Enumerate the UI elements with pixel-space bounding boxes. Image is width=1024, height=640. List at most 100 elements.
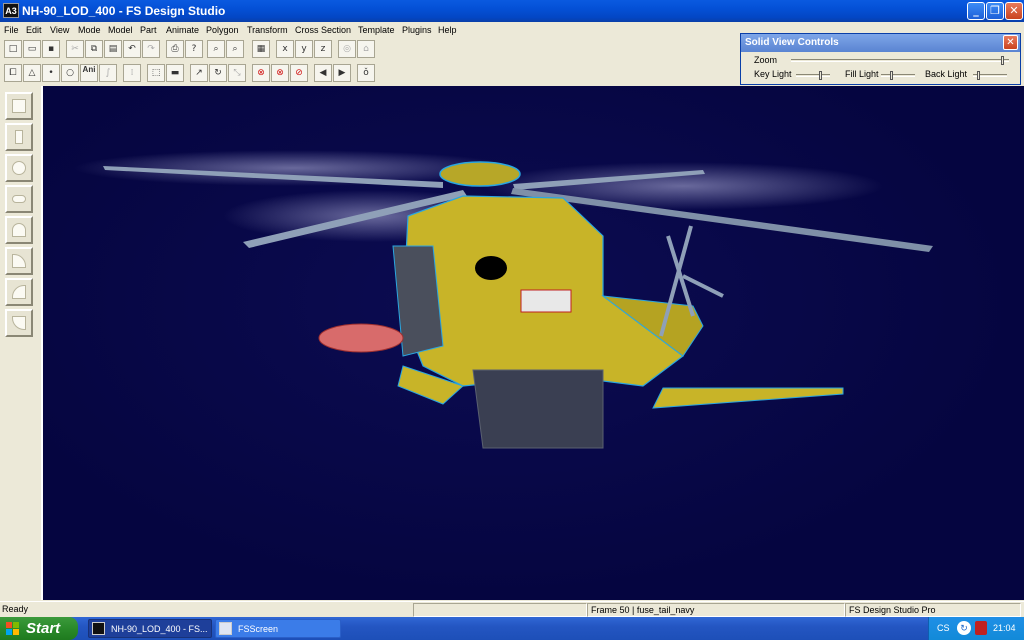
menu-part[interactable]: Part xyxy=(140,23,157,37)
clock: 21:04 xyxy=(993,623,1016,633)
menu-transform[interactable]: Transform xyxy=(247,23,288,37)
y-axis-icon[interactable]: y xyxy=(295,40,313,58)
menu-animate[interactable]: Animate xyxy=(166,23,199,37)
back-light-thumb[interactable] xyxy=(977,71,980,80)
window-title: NH-90_LOD_400 - FS Design Studio xyxy=(22,4,226,18)
zoom-out-icon[interactable]: ⌕ xyxy=(226,40,244,58)
helicopter-model[interactable] xyxy=(43,86,1024,600)
close-icon[interactable]: ✕ xyxy=(1003,35,1018,50)
arc-tool-icon[interactable] xyxy=(5,309,33,337)
help-icon[interactable]: ? xyxy=(185,40,203,58)
menu-mode[interactable]: Mode xyxy=(78,23,101,37)
status-bar: Ready Frame 50 | fuse_tail_navy FS Desig… xyxy=(0,601,1024,617)
paste-icon[interactable]: ▤ xyxy=(104,40,122,58)
solid-view-controls-title[interactable]: Solid View Controls xyxy=(741,34,1020,52)
taskbar-item-fsds[interactable]: NH-90_LOD_400 - FS... xyxy=(88,619,212,638)
marquee-icon[interactable]: ⬚ xyxy=(147,64,165,82)
maximize-button[interactable]: ❐ xyxy=(986,2,1004,20)
app-window: A3 NH-90_LOD_400 - FS Design Studio _ ❐ … xyxy=(0,0,1024,640)
next-frame-icon[interactable]: ▶ xyxy=(333,64,351,82)
prev-frame-icon[interactable]: ◀ xyxy=(314,64,332,82)
menu-polygon[interactable]: Polygon xyxy=(206,23,239,37)
delete-icon[interactable]: ⊗ xyxy=(252,64,270,82)
minimize-button[interactable]: _ xyxy=(967,2,985,20)
status-frame: Frame 50 | fuse_tail_navy xyxy=(587,603,845,617)
print-icon[interactable]: ⎙ xyxy=(166,40,184,58)
menu-view[interactable]: View xyxy=(50,23,69,37)
solid-view-viewport[interactable] xyxy=(41,86,1024,600)
curve-icon[interactable]: ∫ xyxy=(99,64,117,82)
zoom-slider-thumb[interactable] xyxy=(1001,56,1004,65)
wedge-tool-icon[interactable] xyxy=(5,247,33,275)
tail-rotor-blade-3 xyxy=(682,274,724,298)
key-light-thumb[interactable] xyxy=(819,71,822,80)
move-icon[interactable]: ↗ xyxy=(190,64,208,82)
network-icon[interactable]: ↻ xyxy=(957,621,971,635)
text-icon[interactable]: ⁞ xyxy=(123,64,141,82)
shield-icon[interactable] xyxy=(975,621,987,635)
toolbar-edit: ⧠ △ • ○ Ani ∫ ⁞ ⬚ ▬ ↗ ↻ ⤡ ⊗ ⊗ ⊘ ◀ ▶ ǒ xyxy=(2,62,382,84)
column-tool-icon[interactable] xyxy=(5,123,33,151)
menu-template[interactable]: Template xyxy=(358,23,395,37)
tool-palette xyxy=(0,86,40,600)
start-button[interactable]: Start xyxy=(0,617,78,640)
cut-icon[interactable]: ✂ xyxy=(66,40,84,58)
undo-icon[interactable]: ↶ xyxy=(123,40,141,58)
select-icon[interactable]: ⧠ xyxy=(4,64,22,82)
menu-cross-section[interactable]: Cross Section xyxy=(295,23,351,37)
fsscreen-task-icon xyxy=(219,622,232,635)
window xyxy=(475,256,507,280)
view-icon[interactable]: ◎ xyxy=(338,40,356,58)
new-icon[interactable]: □ xyxy=(4,40,22,58)
title-bar[interactable]: A3 NH-90_LOD_400 - FS Design Studio _ ❐ … xyxy=(0,0,1024,22)
taskbar: Start NH-90_LOD_400 - FS... FSScreen CS … xyxy=(0,617,1024,640)
back-light-label: Back Light xyxy=(925,69,968,79)
grid-icon[interactable]: ▦ xyxy=(252,40,270,58)
ruler-icon[interactable]: ▬ xyxy=(166,64,184,82)
x-axis-icon[interactable]: x xyxy=(276,40,294,58)
rotate-icon[interactable]: ↻ xyxy=(209,64,227,82)
save-icon[interactable]: ▪ xyxy=(42,40,60,58)
copy-icon[interactable]: ⧉ xyxy=(85,40,103,58)
solid-view-controls: Solid View Controls ✕ Zoom Key Light Fil… xyxy=(740,33,1021,85)
start-label: Start xyxy=(26,620,61,637)
circle-icon[interactable]: ○ xyxy=(61,64,79,82)
redo-icon[interactable]: ↷ xyxy=(142,40,160,58)
key-light-slider[interactable] xyxy=(796,74,830,77)
open-icon[interactable]: ▭ xyxy=(23,40,41,58)
triangle-icon[interactable]: △ xyxy=(23,64,41,82)
ellipse-tool-icon[interactable] xyxy=(5,154,33,182)
fsds-task-icon xyxy=(92,622,105,635)
home-icon[interactable]: ⌂ xyxy=(357,40,375,58)
scale-icon[interactable]: ⤡ xyxy=(228,64,246,82)
z-axis-icon[interactable]: z xyxy=(314,40,332,58)
toolbar-main: □ ▭ ▪ ✂ ⧉ ▤ ↶ ↷ ⎙ ? ⌕ ⌕ ▦ x y z ◎ ⌂ xyxy=(2,38,382,60)
zoom-slider[interactable] xyxy=(791,59,1009,62)
trapezoid-tool-icon[interactable] xyxy=(5,216,33,244)
capsule-tool-icon[interactable] xyxy=(5,185,33,213)
decal-panel xyxy=(520,289,572,313)
menu-file[interactable]: File xyxy=(4,23,19,37)
animate-button[interactable]: Ani xyxy=(80,64,98,82)
language-indicator[interactable]: CS xyxy=(937,623,950,633)
zoom-in-icon[interactable]: ⌕ xyxy=(207,40,225,58)
system-tray: CS ↻ 21:04 xyxy=(928,617,1024,640)
corner-tool-icon[interactable] xyxy=(5,92,33,120)
fuel-tank xyxy=(318,323,404,353)
delete-part-icon[interactable]: ⊘ xyxy=(290,64,308,82)
fill-light-thumb[interactable] xyxy=(890,71,893,80)
point-icon[interactable]: • xyxy=(42,64,60,82)
curve-tool-icon[interactable] xyxy=(5,278,33,306)
menu-model[interactable]: Model xyxy=(108,23,133,37)
fill-light-label: Fill Light xyxy=(845,69,879,79)
menu-help[interactable]: Help xyxy=(438,23,457,37)
app-icon[interactable]: A3 xyxy=(3,3,19,18)
tail-boom xyxy=(652,387,844,409)
delete-all-icon[interactable]: ⊗ xyxy=(271,64,289,82)
taskbar-item-fsscreen[interactable]: FSScreen xyxy=(215,619,341,638)
close-button[interactable]: ✕ xyxy=(1005,2,1023,20)
menu-edit[interactable]: Edit xyxy=(26,23,42,37)
binoculars-icon[interactable]: ǒ xyxy=(357,64,375,82)
fill-light-slider[interactable] xyxy=(881,74,915,77)
menu-plugins[interactable]: Plugins xyxy=(402,23,432,37)
